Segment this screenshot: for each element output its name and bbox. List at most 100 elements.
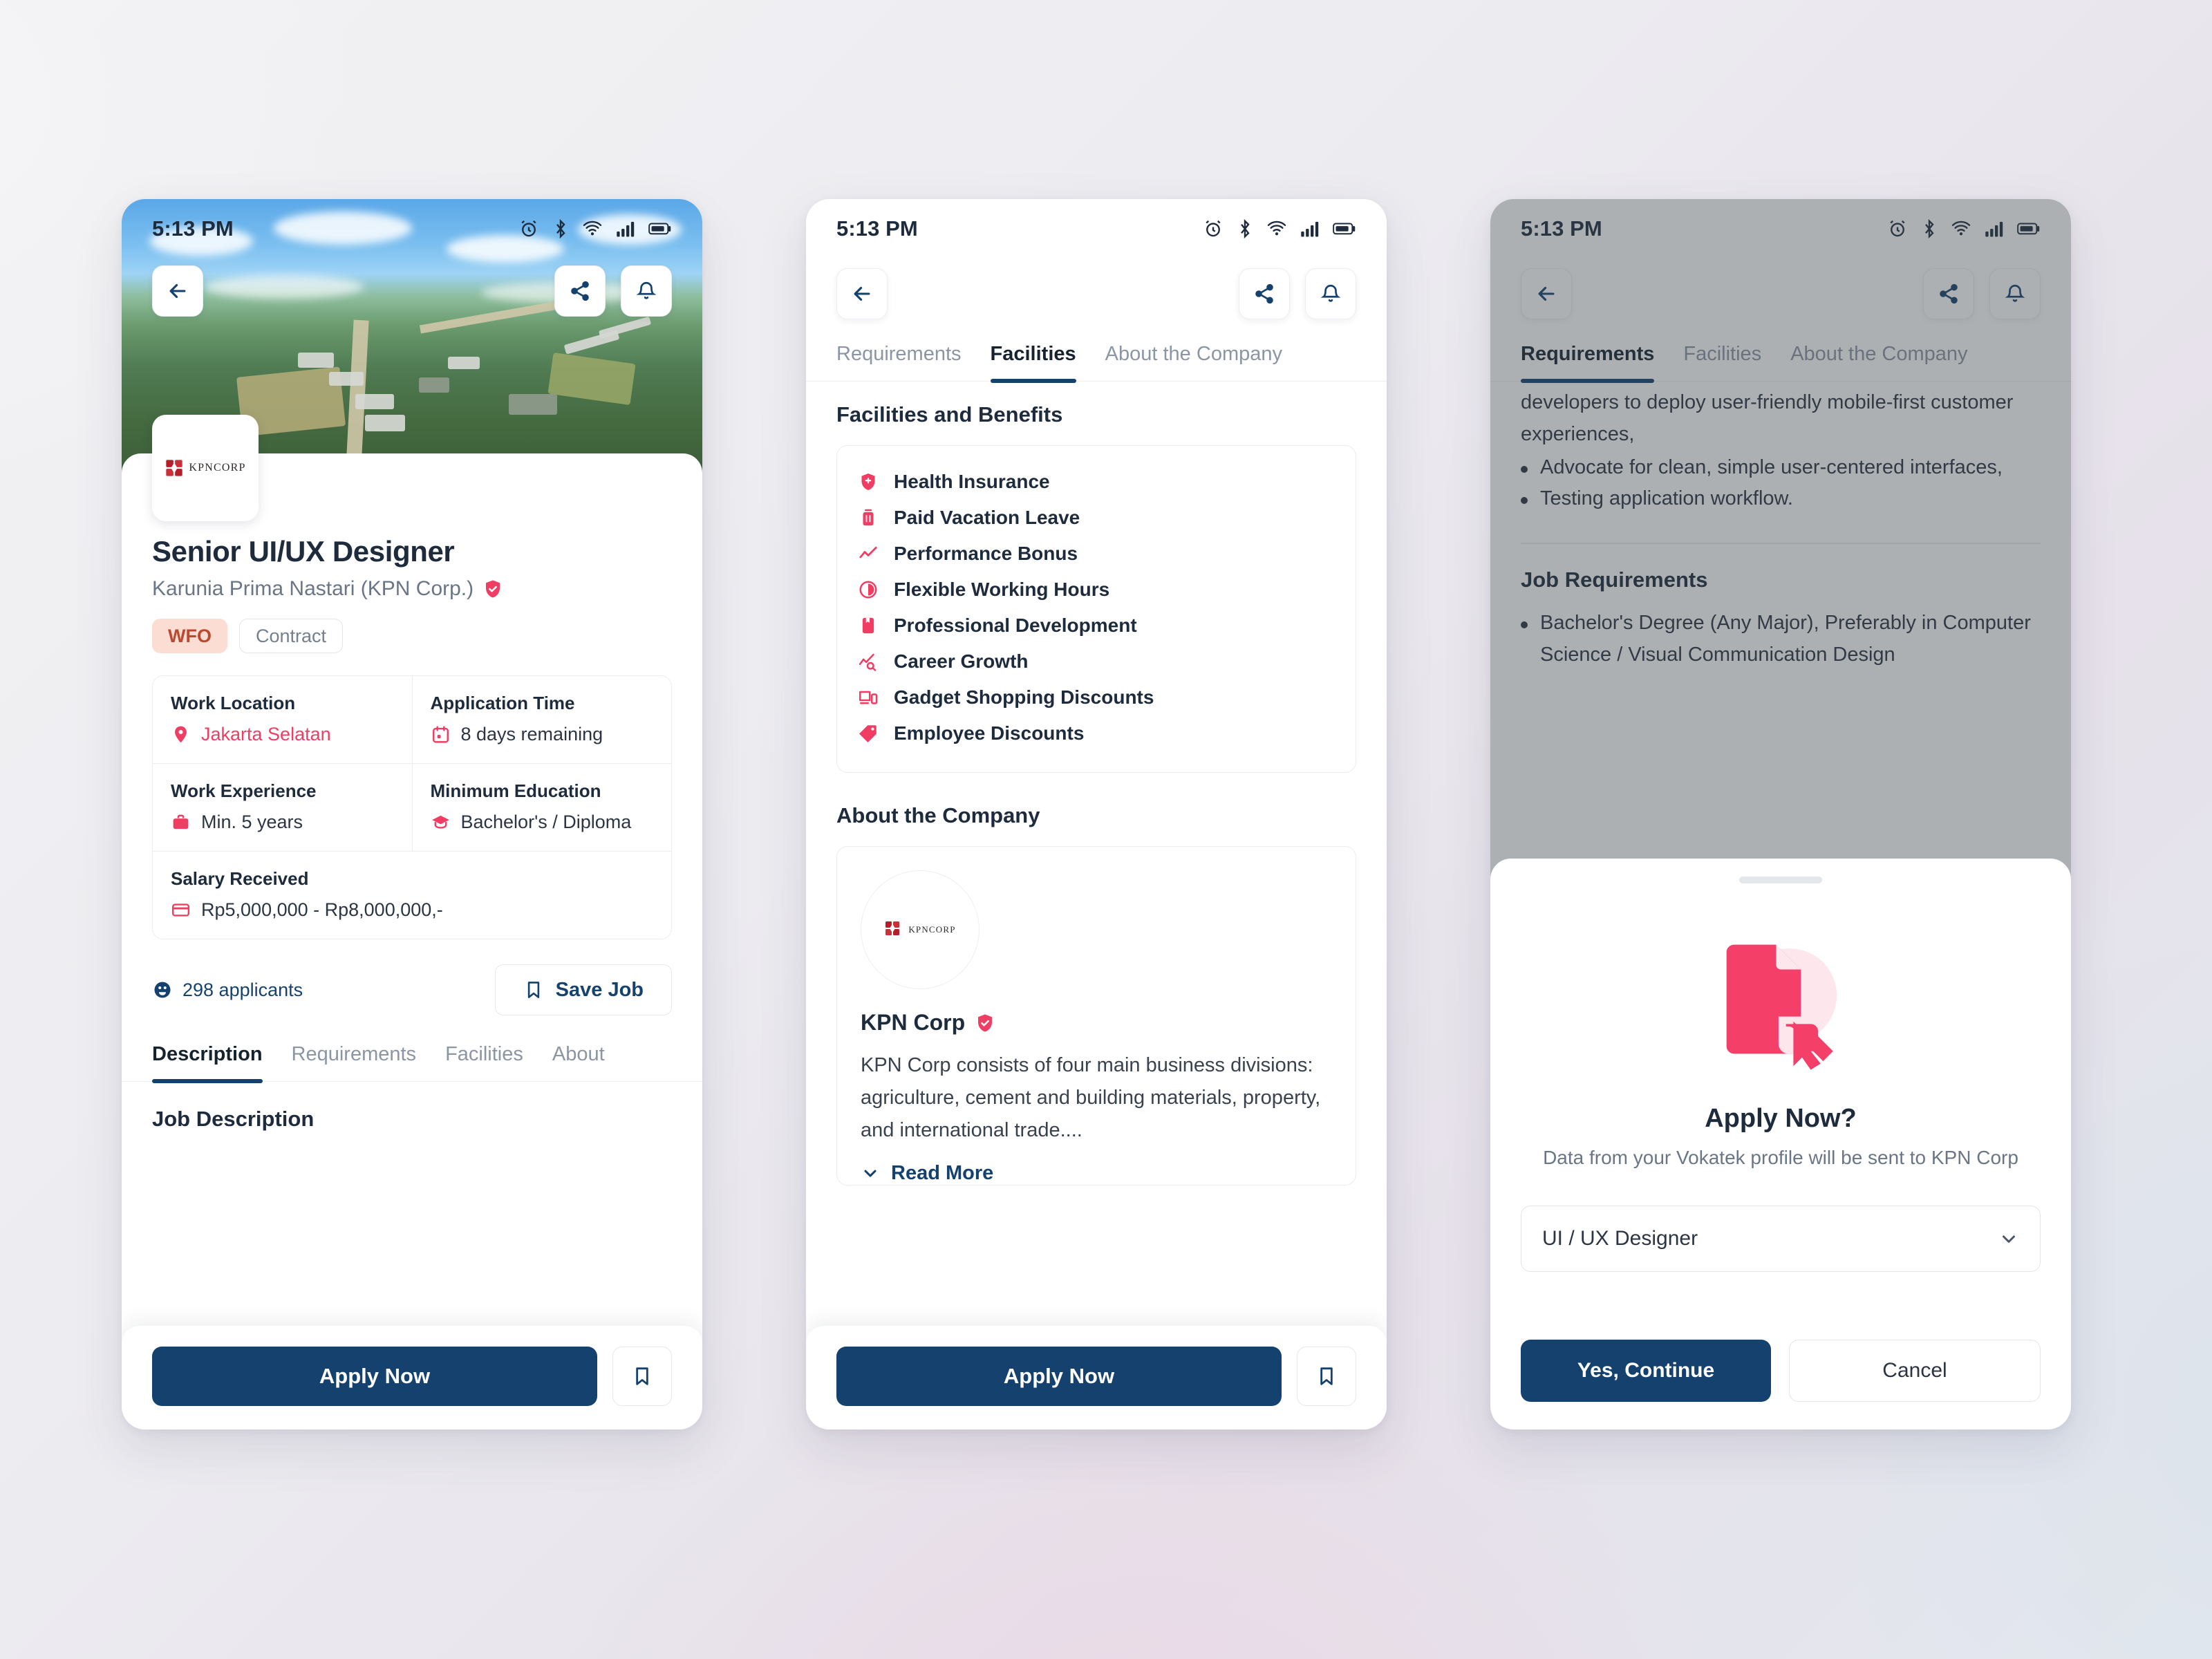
tab-facilities[interactable]: Facilities	[990, 343, 1076, 383]
read-more-button[interactable]: Read More	[861, 1162, 1332, 1185]
share-button[interactable]	[554, 265, 606, 317]
status-time: 5:13 PM	[152, 216, 234, 241]
header-actions	[806, 268, 1387, 319]
devices-icon	[859, 691, 878, 704]
facility-label: Professional Development	[894, 615, 1137, 636]
job-details-grid: Work Location Jakarta Selatan Applicatio…	[152, 675, 672, 939]
back-button[interactable]	[152, 265, 203, 317]
arrow-left-icon	[169, 283, 186, 299]
tab-requirements[interactable]: Requirements	[292, 1043, 417, 1081]
bookmark-button[interactable]	[612, 1347, 672, 1406]
detail-label: Minimum Education	[430, 780, 601, 801]
content-tabs: Description Requirements Facilities Abou…	[122, 1043, 702, 1083]
screenshot-stage: 5:13 PM Senior UI/UX Designer Karunia Pr…	[0, 0, 2212, 1659]
bookmark-icon	[636, 1367, 648, 1385]
details-row: Work Experience Min. 5 years Minimum Edu…	[153, 763, 671, 851]
briefcase-icon	[173, 814, 189, 830]
detail-application-time: Application Time 8 days remaining	[411, 676, 672, 763]
back-button[interactable]	[836, 268, 888, 319]
screen-2: 5:13 PM Requirements Facilities About th…	[806, 199, 1387, 1430]
apply-now-button[interactable]: Apply Now	[152, 1347, 597, 1406]
bluetooth-icon	[1241, 218, 1250, 239]
chevron-down-icon	[864, 1170, 877, 1178]
detail-value-row: Jakarta Selatan	[171, 724, 394, 745]
status-time: 5:13 PM	[836, 216, 918, 241]
job-detail-sheet: Senior UI/UX Designer Karunia Prima Nast…	[122, 453, 702, 1430]
list-item: Performance Bonus	[858, 536, 1335, 572]
kpncorp-logo: KPNCORP	[884, 920, 955, 939]
section-heading-facilities: Facilities and Benefits	[836, 402, 1063, 427]
chip-wfo[interactable]: WFO	[152, 619, 227, 653]
modal-title: Apply Now?	[1705, 1104, 1857, 1133]
verified-badge-icon	[978, 1014, 993, 1031]
save-job-button[interactable]: Save Job	[494, 964, 672, 1015]
phone-screen-job-detail: 5:13 PM Senior UI/UX Designer Karunia Pr…	[122, 199, 702, 1430]
screen-3: 5:13 PM Requirements Facilities About th…	[1490, 199, 2071, 1430]
notification-button[interactable]	[621, 265, 672, 317]
modal-actions: Yes, Continue Cancel	[1521, 1340, 2041, 1402]
wifi-icon	[583, 221, 602, 236]
detail-value: Bachelor's / Diploma	[460, 812, 632, 832]
share-button[interactable]	[1239, 268, 1290, 319]
chip-contract[interactable]: Contract	[238, 619, 344, 653]
wifi-icon	[1267, 221, 1286, 236]
bell-icon	[636, 281, 657, 299]
section-heading-job-description: Job Description	[152, 1107, 315, 1131]
section-heading-about-company: About the Company	[836, 803, 1040, 827]
position-select[interactable]: UI / UX Designer	[1521, 1206, 2041, 1272]
suitcase-icon	[863, 509, 874, 526]
facilities-scroll-area[interactable]: Facilities and Benefits Health Insurance…	[806, 402, 1387, 1185]
detail-work-experience: Work Experience Min. 5 years	[153, 764, 412, 851]
list-item: Employee Discounts	[858, 715, 1335, 751]
drag-handle[interactable]	[1739, 877, 1822, 883]
tab-description[interactable]: Description	[152, 1043, 263, 1083]
company-card: KPNCORP KPN Corp KPN Corp consists of fo…	[836, 846, 1356, 1185]
status-bar: 5:13 PM	[122, 199, 702, 259]
phone-screen-apply-modal: 5:13 PM Requirements Facilities About th…	[1490, 199, 2071, 1430]
battery-icon	[648, 223, 671, 235]
cellular-icon	[617, 221, 635, 237]
tab-about-the-company[interactable]: About the Company	[1105, 343, 1282, 381]
bluetooth-icon	[556, 218, 565, 239]
apply-confirmation-modal: Apply Now? Data from your Vokatek profil…	[1490, 859, 2071, 1430]
credit-card-icon	[171, 903, 190, 917]
detail-label: Salary Received	[171, 868, 309, 889]
detail-label: Work Experience	[171, 780, 317, 801]
alarm-icon	[1206, 220, 1221, 237]
company-name: KPN Corp	[861, 1010, 966, 1035]
chevron-down-icon	[2003, 1235, 2015, 1243]
applicants-count: 298 applicants	[152, 980, 303, 1001]
notification-button[interactable]	[1305, 268, 1356, 319]
status-icons	[1203, 218, 1356, 239]
detail-label: Application Time	[430, 693, 575, 713]
detail-value: Jakarta Selatan	[201, 724, 331, 744]
bottom-action-bar: Apply Now	[806, 1326, 1387, 1430]
tab-facilities[interactable]: Facilities	[445, 1043, 523, 1081]
page-title: Senior UI/UX Designer	[152, 535, 455, 568]
detail-value-row: 8 days remaining	[431, 724, 654, 745]
phone-screen-facilities: 5:13 PM Requirements Facilities About th…	[806, 199, 1387, 1430]
read-more-label: Read More	[891, 1161, 994, 1184]
kpncorp-logo: KPNCORP	[165, 458, 245, 478]
cancel-button[interactable]: Cancel	[1789, 1340, 2041, 1402]
yes-continue-button[interactable]: Yes, Continue	[1521, 1340, 1771, 1402]
facility-label: Performance Bonus	[894, 543, 1078, 564]
chart-search-icon	[859, 653, 877, 671]
bottom-action-bar: Apply Now	[122, 1326, 702, 1430]
apply-now-button[interactable]: Apply Now	[836, 1347, 1282, 1406]
shield-plus-icon	[861, 474, 875, 490]
alarm-icon	[521, 220, 536, 237]
graduation-cap-icon	[431, 815, 449, 829]
kpn-mark-icon	[884, 920, 903, 939]
tab-about[interactable]: About	[552, 1043, 605, 1081]
arrow-left-icon	[854, 286, 870, 301]
detail-value-row: Min. 5 years	[171, 812, 394, 833]
facilities-card: Health Insurance Paid Vacation Leave Per…	[836, 445, 1356, 773]
list-item: Paid Vacation Leave	[858, 500, 1335, 536]
price-tag-icon	[859, 725, 877, 742]
bookmark-button[interactable]	[1297, 1347, 1356, 1406]
bookmark-icon	[1320, 1367, 1333, 1385]
detail-salary: Salary Received Rp5,000,000 - Rp8,000,00…	[153, 852, 671, 939]
list-item: Flexible Working Hours	[858, 572, 1335, 608]
tab-requirements[interactable]: Requirements	[836, 343, 962, 381]
